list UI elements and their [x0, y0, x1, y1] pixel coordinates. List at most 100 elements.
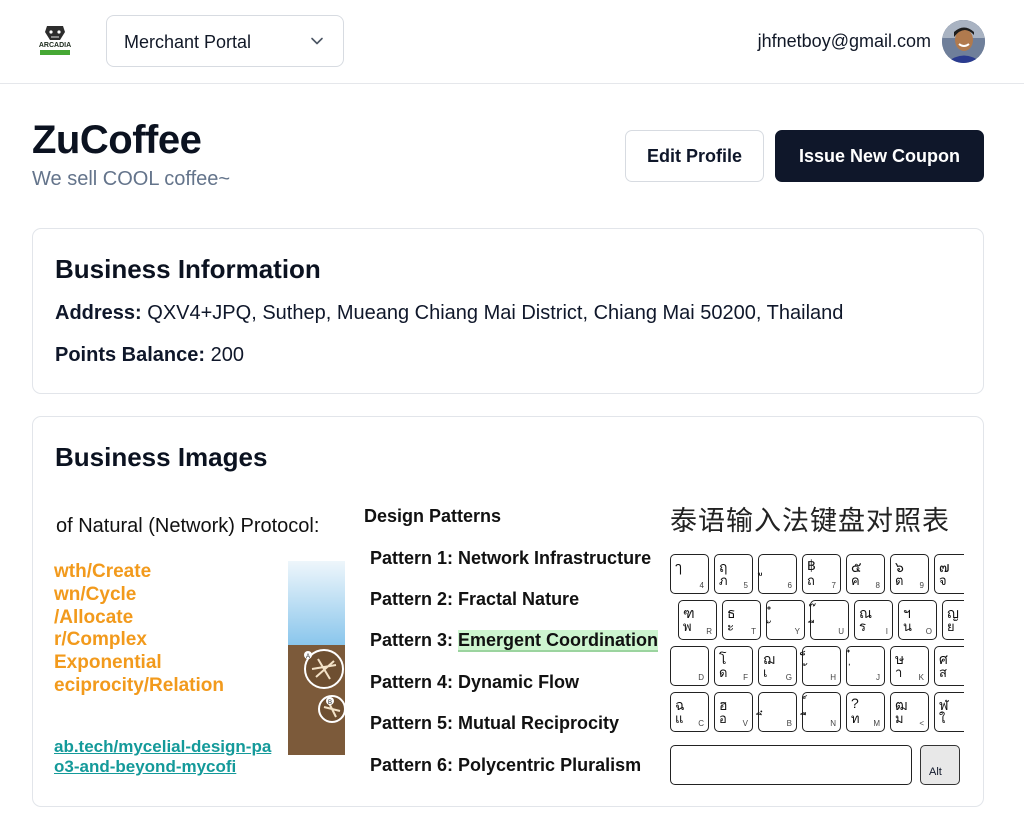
key-char: แ: [675, 711, 684, 726]
key-char: J: [876, 673, 880, 682]
key-char: C: [698, 719, 704, 728]
top-nav-bar: ARCADIA Merchant Portal jhfnetboy@gmail.…: [0, 0, 1024, 84]
key-char: ถ: [807, 573, 815, 588]
keyboard-key: ฑพR: [678, 600, 717, 640]
mycelium-illustration: A B: [288, 561, 345, 755]
image1-heading: of Natural (Network) Protocol:: [56, 515, 320, 537]
pattern-name: Polycentric Pluralism: [458, 755, 642, 775]
image1-line: wth/Create: [54, 561, 152, 582]
space-key: [670, 745, 912, 785]
key-char: ะ: [727, 619, 734, 634]
key-char: G: [785, 673, 792, 682]
business-image-3[interactable]: 泰语输入法键盘对照表 ๅ4ฤภ5ู6฿ถ7๕ค8๖ต9๗จฑพRธะTํัY๊ี…: [670, 489, 964, 795]
keyboard-key: ู6: [758, 554, 797, 594]
key-char: 8: [875, 581, 880, 590]
business-information-card: Business Information Address: QXV4+JPQ, …: [32, 228, 984, 394]
key-char: พ: [683, 619, 692, 634]
keyboard-key: D: [670, 646, 709, 686]
keyboard-key: ฬใ: [934, 692, 964, 732]
key-char: ม: [895, 711, 904, 726]
key-char: ภ: [719, 573, 728, 588]
pattern-name: Network Infrastructure: [458, 548, 652, 568]
business-information-title: Business Information: [55, 254, 321, 284]
pattern-item: Pattern 6: Polycentric Pluralism: [370, 755, 641, 776]
alt-key: Alt: [920, 745, 960, 785]
pattern-prefix: Pattern 1:: [370, 548, 459, 568]
key-char: ย: [947, 619, 955, 634]
pattern-item: Pattern 2: Fractal Nature: [370, 589, 579, 610]
key-char: ร: [859, 619, 866, 634]
key-char: F: [743, 673, 748, 682]
key-char: อ: [719, 711, 727, 726]
keyboard-key: ณรI: [854, 600, 893, 640]
image1-list: wth/Create wn/Cycle /Allocate r/Complex …: [54, 561, 224, 698]
key-char: เ: [763, 665, 768, 680]
pattern-item: Pattern 3: Emergent Coordination: [370, 630, 659, 652]
image1-line: wn/Cycle: [54, 583, 137, 605]
pattern-item: Pattern 4: Dynamic Flow: [370, 672, 579, 693]
keyboard-key: ฒม <: [890, 692, 929, 732]
pattern-prefix: Pattern 4:: [370, 672, 459, 692]
points-balance-value: 200: [210, 344, 244, 366]
key-char: 6: [787, 581, 792, 590]
pattern-name: Mutual Reciprocity: [458, 713, 620, 733]
key-char: T: [751, 627, 756, 636]
key-char: ด: [719, 665, 728, 680]
key-char: จ: [939, 573, 947, 588]
image1-links: ab.tech/mycelial-design-pa o3-and-beyond…: [54, 737, 271, 777]
key-char: M: [873, 719, 880, 728]
user-avatar[interactable]: [942, 20, 985, 63]
image1-line: /Allocate: [54, 606, 134, 628]
svg-text:ARCADIA: ARCADIA: [39, 42, 71, 49]
key-char: N: [830, 719, 836, 728]
image1-link: o3-and-beyond-mycofi: [54, 757, 237, 776]
business-image-2[interactable]: Design Patterns Pattern 1: Network Infra…: [355, 489, 660, 795]
key-char: น: [903, 619, 912, 634]
key-char: ต: [895, 573, 904, 588]
pattern-prefix: Pattern 2:: [370, 589, 459, 609]
address-label: Address:: [55, 302, 142, 324]
address-row: Address: QXV4+JPQ, Suthep, Mueang Chiang…: [55, 302, 843, 325]
keyboard-key: ฮอV: [714, 692, 753, 732]
key-char: ค: [851, 573, 860, 588]
key-char: K: [918, 673, 924, 682]
chevron-down-icon: [311, 37, 323, 45]
address-value: QXV4+JPQ, Suthep, Mueang Chiang Mai Dist…: [147, 302, 844, 324]
key-char: H: [830, 673, 836, 682]
image1-link: ab.tech/mycelial-design-pa: [54, 737, 272, 756]
merchant-tagline: We sell COOL coffee~: [32, 168, 231, 190]
arcadia-logo[interactable]: ARCADIA: [34, 20, 76, 62]
issue-new-coupon-button[interactable]: Issue New Coupon: [775, 130, 984, 182]
keyboard-row: ฉแCฮอVฺิB์ืN?ทMฒม<ฬใ: [670, 692, 964, 732]
keyboard-key: ฺิB: [758, 692, 797, 732]
image3-heading: 泰语输入法键盘对照表: [670, 506, 950, 536]
image1-line: eciprocity/Relation: [54, 674, 224, 696]
key-char: D: [698, 673, 704, 682]
edit-profile-button[interactable]: Edit Profile: [625, 130, 764, 182]
keyboard-key: ฉแC: [670, 692, 709, 732]
points-balance-label: Points Balance:: [55, 344, 206, 366]
svg-text:B: B: [328, 700, 332, 706]
keyboard-key: ๖ต9: [890, 554, 929, 594]
key-char: Y: [794, 627, 800, 636]
key-char: 5: [743, 581, 748, 590]
keyboard-key: ๋่J: [846, 646, 885, 686]
key-char: B: [786, 719, 792, 728]
keyboard-key: ฿ถ 7: [802, 554, 841, 594]
pattern-item: Pattern 5: Mutual Reciprocity: [370, 713, 619, 734]
keyboard-key: ? ท M: [846, 692, 885, 732]
pattern-name: Dynamic Flow: [458, 672, 580, 692]
keyboard-key: ธะT: [722, 600, 761, 640]
keyboard-key: ๅ4: [670, 554, 709, 594]
key-char: <: [919, 719, 924, 728]
points-balance-row: Points Balance: 200: [55, 344, 244, 367]
business-image-1[interactable]: of Natural (Network) Protocol: wth/Creat…: [54, 489, 345, 795]
key-char: ใ: [939, 711, 946, 726]
keyboard-key: ๕ค8: [846, 554, 885, 594]
portal-selector[interactable]: Merchant Portal: [106, 15, 344, 67]
keyboard-key: ๗จ: [934, 554, 964, 594]
pattern-name-highlighted: Emergent Coordination: [458, 630, 659, 652]
user-email: jhfnetboy@gmail.com: [757, 31, 931, 51]
key-char: 7: [831, 581, 836, 590]
pattern-prefix: Pattern 3:: [370, 630, 459, 650]
